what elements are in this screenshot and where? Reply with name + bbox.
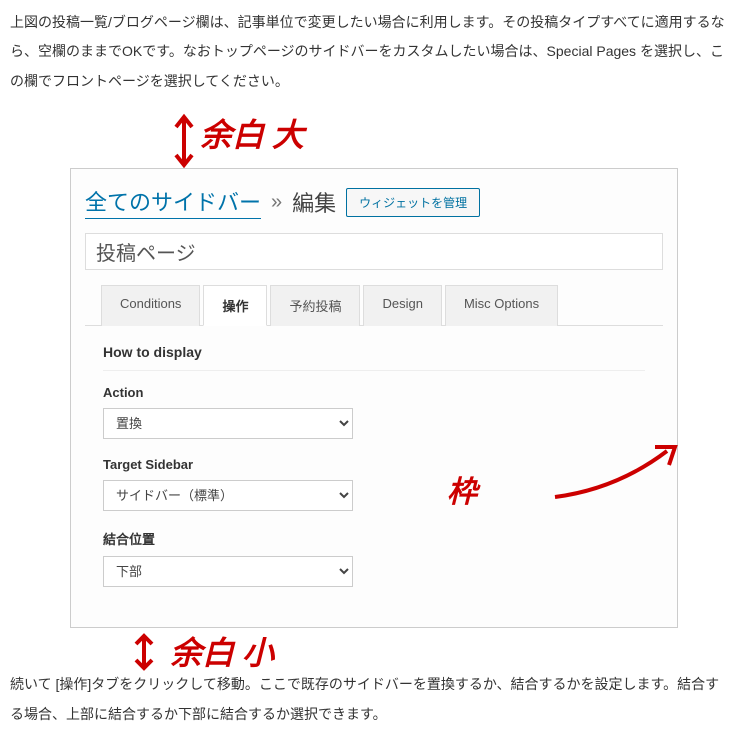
sidebar-title-input[interactable] <box>85 233 663 270</box>
tab-bar: Conditions 操作 予約投稿 Design Misc Options <box>85 284 663 326</box>
breadcrumb-current: 編集 <box>292 186 336 218</box>
manage-widgets-button[interactable]: ウィジェットを管理 <box>346 188 480 217</box>
tab-content: How to display Action 置換 Target Sidebar … <box>85 326 663 597</box>
section-heading: How to display <box>103 344 645 371</box>
tab-yoyaku[interactable]: 予約投稿 <box>270 285 360 326</box>
tab-misc[interactable]: Misc Options <box>445 285 558 326</box>
merge-position-select[interactable]: 下部 <box>103 556 353 587</box>
title-input-wrapper <box>85 233 663 270</box>
tab-conditions[interactable]: Conditions <box>101 285 200 326</box>
vertical-arrow-small-icon <box>130 632 158 672</box>
breadcrumb-link-all-sidebars[interactable]: 全てのサイドバー <box>85 185 261 219</box>
breadcrumb-separator: » <box>271 191 282 214</box>
annotation-top-text: 余白 大 <box>200 110 304 156</box>
tab-design[interactable]: Design <box>363 285 441 326</box>
action-select[interactable]: 置換 <box>103 408 353 439</box>
tab-sousa[interactable]: 操作 <box>203 285 267 326</box>
intro-paragraph: 上図の投稿一覧/ブログページ欄は、記事単位で変更したい場合に利用します。その投稿… <box>10 8 728 96</box>
action-label: Action <box>103 385 645 400</box>
annotation-margin-large: 余白 大 <box>10 108 728 168</box>
target-sidebar-label: Target Sidebar <box>103 457 645 472</box>
breadcrumb: 全てのサイドバー » 編集 ウィジェットを管理 <box>85 185 663 219</box>
annotation-bottom-text: 余白 小 <box>170 628 274 674</box>
annotation-margin-small: 余白 小 <box>10 628 728 676</box>
editor-panel: 全てのサイドバー » 編集 ウィジェットを管理 Conditions 操作 予約… <box>70 168 678 628</box>
outro-paragraph: 続いて [操作]タブをクリックして移動。ここで既存のサイドバーを置換するか、結合… <box>10 670 728 729</box>
target-sidebar-select[interactable]: サイドバー（標準） <box>103 480 353 511</box>
merge-position-label: 結合位置 <box>103 529 645 548</box>
vertical-arrow-icon <box>170 113 198 169</box>
